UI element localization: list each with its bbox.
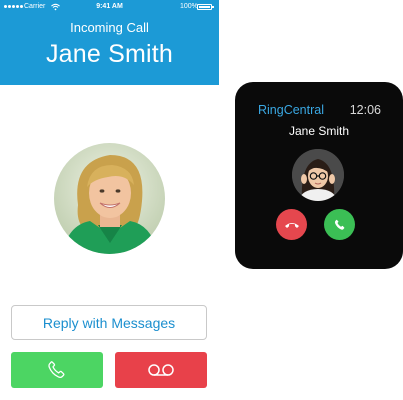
watch-caller-name: Jane Smith xyxy=(288,124,350,138)
incoming-call-header: Carrier 9:41 AM 100% Incoming Call Jane … xyxy=(0,0,219,85)
phone-screen: Carrier 9:41 AM 100% Incoming Call Jane … xyxy=(0,0,219,400)
caller-photo xyxy=(54,143,165,254)
battery-percent: 100% xyxy=(180,3,198,10)
watch-decline-button[interactable] xyxy=(276,209,307,240)
smartwatch-screen: RingCentral 12:06 Jane Smith xyxy=(235,82,403,269)
caller-name: Jane Smith xyxy=(45,40,174,68)
reply-with-messages-button[interactable]: Reply with Messages xyxy=(11,305,207,340)
watch-avatar-illustration xyxy=(292,149,344,201)
caller-portrait-illustration xyxy=(54,143,165,254)
send-to-voicemail-button[interactable] xyxy=(115,352,207,388)
incoming-call-label: Incoming Call xyxy=(70,20,149,35)
watch-time: 12:06 xyxy=(349,103,381,117)
answer-call-button[interactable] xyxy=(11,352,103,388)
watch-caller-avatar xyxy=(292,149,344,201)
status-bar: Carrier 9:41 AM 100% xyxy=(0,0,219,14)
voicemail-icon xyxy=(148,364,174,376)
watch-app-name: RingCentral xyxy=(258,103,325,117)
phone-icon xyxy=(48,361,65,379)
watch-accept-button[interactable] xyxy=(324,209,355,240)
phone-icon xyxy=(334,219,344,230)
battery-icon xyxy=(197,4,214,10)
hang-up-icon xyxy=(284,222,299,228)
